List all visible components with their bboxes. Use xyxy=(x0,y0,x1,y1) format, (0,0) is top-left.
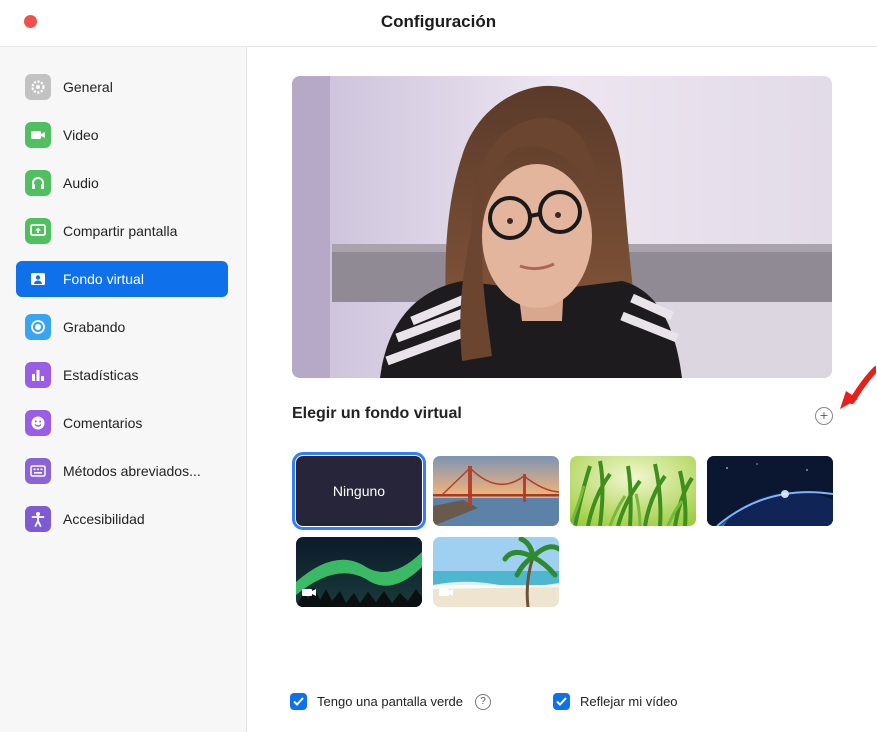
earth-from-space-image xyxy=(707,456,833,526)
sidebar-item-share-screen[interactable]: Compartir pantalla xyxy=(16,213,228,249)
video-camera-icon xyxy=(439,589,449,596)
gear-icon xyxy=(25,74,51,100)
grass-image xyxy=(570,456,696,526)
sidebar-item-virtual-background[interactable]: Fondo virtual xyxy=(16,261,228,297)
background-beach-option[interactable] xyxy=(433,537,559,607)
sidebar-item-video[interactable]: Video xyxy=(16,117,228,153)
green-screen-label: Tengo una pantalla verde xyxy=(317,694,464,709)
bar-chart-icon xyxy=(25,362,51,388)
video-camera-icon xyxy=(302,589,312,596)
sidebar-item-feedback[interactable]: Comentarios xyxy=(16,405,228,441)
background-earth-option[interactable] xyxy=(707,456,833,526)
beach-image xyxy=(433,537,559,607)
video-camera-icon xyxy=(25,122,51,148)
title-bar: Configuración xyxy=(0,0,877,47)
sidebar-item-shortcuts[interactable]: Métodos abreviados... xyxy=(16,453,228,489)
background-none-option[interactable]: Ninguno xyxy=(292,452,426,530)
sidebar-item-label: Comentarios xyxy=(63,415,143,431)
mirror-video-option: Reflejar mi vídeo xyxy=(553,693,678,710)
camera-preview xyxy=(292,76,832,378)
settings-sidebar: General Video Audio Compartir pantalla F… xyxy=(0,47,247,732)
green-screen-option: Tengo una pantalla verde ? xyxy=(290,693,492,710)
portrait-icon xyxy=(25,266,51,292)
sidebar-item-accessibility[interactable]: Accesibilidad xyxy=(16,501,228,537)
sidebar-item-label: Compartir pantalla xyxy=(63,223,178,239)
background-aurora-option[interactable] xyxy=(296,537,422,607)
sidebar-item-label: Métodos abreviados... xyxy=(63,463,201,479)
sidebar-item-label: Grabando xyxy=(63,319,126,335)
sidebar-item-label: Estadísticas xyxy=(63,367,139,383)
background-golden-gate-option[interactable] xyxy=(433,456,559,526)
mirror-video-checkbox[interactable] xyxy=(553,693,570,710)
golden-gate-image xyxy=(433,456,559,526)
sidebar-item-audio[interactable]: Audio xyxy=(16,165,228,201)
green-screen-checkbox[interactable] xyxy=(290,693,307,710)
share-screen-icon xyxy=(25,218,51,244)
annotation-arrow-icon xyxy=(840,366,876,409)
sidebar-item-recording[interactable]: Grabando xyxy=(16,309,228,345)
virtual-background-heading: Elegir un fondo virtual xyxy=(292,405,462,422)
sidebar-item-label: General xyxy=(63,79,113,95)
plus-circle-icon[interactable]: + xyxy=(815,407,833,425)
sidebar-item-label: Fondo virtual xyxy=(63,271,144,287)
background-grass-option[interactable] xyxy=(570,456,696,526)
sidebar-item-general[interactable]: General xyxy=(16,69,228,105)
window-title: Configuración xyxy=(380,12,497,31)
headphones-icon xyxy=(25,170,51,196)
accessibility-icon xyxy=(25,506,51,532)
sidebar-item-statistics[interactable]: Estadísticas xyxy=(16,357,228,393)
smiley-icon xyxy=(25,410,51,436)
background-none-label: Ninguno xyxy=(332,483,386,499)
keyboard-icon xyxy=(25,458,51,484)
question-circle-icon[interactable]: ? xyxy=(475,693,492,710)
record-icon xyxy=(25,314,51,340)
sidebar-item-label: Audio xyxy=(63,175,99,191)
sidebar-item-label: Video xyxy=(63,127,99,143)
sidebar-item-label: Accesibilidad xyxy=(63,511,145,527)
mirror-video-label: Reflejar mi vídeo xyxy=(580,694,678,709)
aurora-image xyxy=(296,537,422,607)
